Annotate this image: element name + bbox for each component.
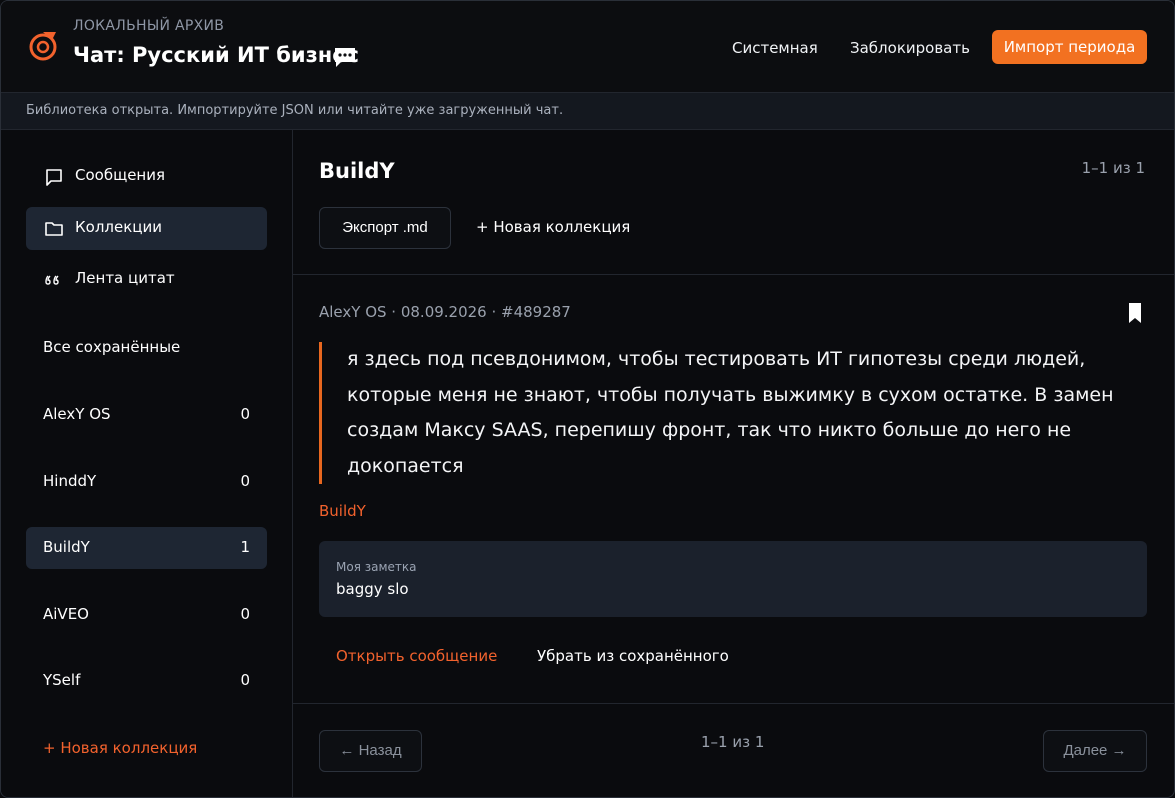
message-square-icon [46, 169, 62, 186]
collection-hinddy[interactable]: HinddY 0 [26, 461, 267, 503]
sidebar-new-collection-button[interactable]: + Новая коллекция [43, 739, 197, 757]
archive-label: ЛОКАЛЬНЫЙ АРХИВ [73, 18, 225, 34]
message-text: я здесь под псевдонимом, чтобы тестирова… [319, 342, 1119, 484]
archive-logo-icon [29, 32, 57, 61]
pagination-count: 1–1 из 1 [701, 733, 765, 751]
status-bar: Библиотека открыта. Импортируйте JSON ил… [1, 93, 1174, 130]
pagination-back-button[interactable]: ← Назад [319, 730, 422, 772]
sidebar-item-label: Сообщения [75, 166, 166, 184]
import-period-button[interactable]: Импорт периода [992, 30, 1147, 64]
new-collection-button[interactable]: + Новая коллекция [476, 218, 630, 236]
collection-count: 0 [240, 405, 250, 423]
status-text: Библиотека открыта. Импортируйте JSON ил… [26, 103, 564, 118]
collection-count: 1 [240, 538, 250, 556]
message-meta: AlexY OS · 08.09.2026 · #489287 [319, 303, 571, 321]
bookmark-icon[interactable] [1127, 302, 1143, 324]
sidebar: Сообщения Коллекции Лента цитат Все сохр… [1, 130, 293, 797]
collection-aiveo[interactable]: AiVEO 0 [26, 594, 267, 636]
sidebar-item-label: Лента цитат [75, 269, 175, 287]
remove-from-saved-button[interactable]: Убрать из сохранённого [537, 647, 729, 665]
sidebar-item-collections[interactable]: Коллекции [26, 207, 267, 250]
collection-tag[interactable]: BuildY [319, 502, 366, 520]
note-label: Моя заметка [336, 560, 417, 574]
app-header: ЛОКАЛЬНЫЙ АРХИВ Чат: Русский ИТ бизнес С… [1, 1, 1174, 93]
collection-label: HinddY [43, 472, 97, 490]
theme-system-button[interactable]: Системная [732, 32, 818, 64]
collection-count: 0 [240, 605, 250, 623]
divider [293, 703, 1174, 704]
lock-button[interactable]: Заблокировать [850, 32, 970, 64]
collection-buildy[interactable]: BuildY 1 [26, 527, 267, 569]
folder-icon [45, 222, 63, 236]
collection-alexy-os[interactable]: AlexY OS 0 [26, 394, 267, 436]
quote-icon [45, 275, 59, 285]
collection-count: 0 [240, 671, 250, 689]
page-title: BuildY [319, 159, 395, 183]
sidebar-item-quotes-feed[interactable]: Лента цитат [26, 258, 267, 301]
export-md-button[interactable]: Экспорт .md [319, 207, 451, 249]
divider [293, 274, 1174, 275]
collection-label: BuildY [43, 538, 90, 556]
collection-all-saved[interactable]: Все сохранённые [26, 327, 267, 369]
collection-label: AiVEO [43, 605, 89, 623]
chat-bubble-icon [335, 48, 355, 67]
collection-label: AlexY OS [43, 405, 111, 423]
note-box[interactable]: Моя заметка baggy slo [319, 541, 1147, 617]
page-count: 1–1 из 1 [1081, 159, 1145, 177]
app-window: ЛОКАЛЬНЫЙ АРХИВ Чат: Русский ИТ бизнес С… [0, 0, 1175, 798]
collection-label: YSelf [43, 671, 81, 689]
collection-count: 0 [240, 472, 250, 490]
open-message-link[interactable]: Открыть сообщение [336, 647, 497, 665]
collection-yself[interactable]: YSelf 0 [26, 660, 267, 702]
pagination-next-button[interactable]: Далее → [1043, 730, 1147, 772]
collection-label: Все сохранённые [43, 338, 181, 356]
chat-title: Чат: Русский ИТ бизнес [73, 43, 359, 67]
note-text: baggy slo [336, 580, 409, 598]
sidebar-item-label: Коллекции [75, 218, 162, 236]
sidebar-item-messages[interactable]: Сообщения [26, 155, 267, 198]
